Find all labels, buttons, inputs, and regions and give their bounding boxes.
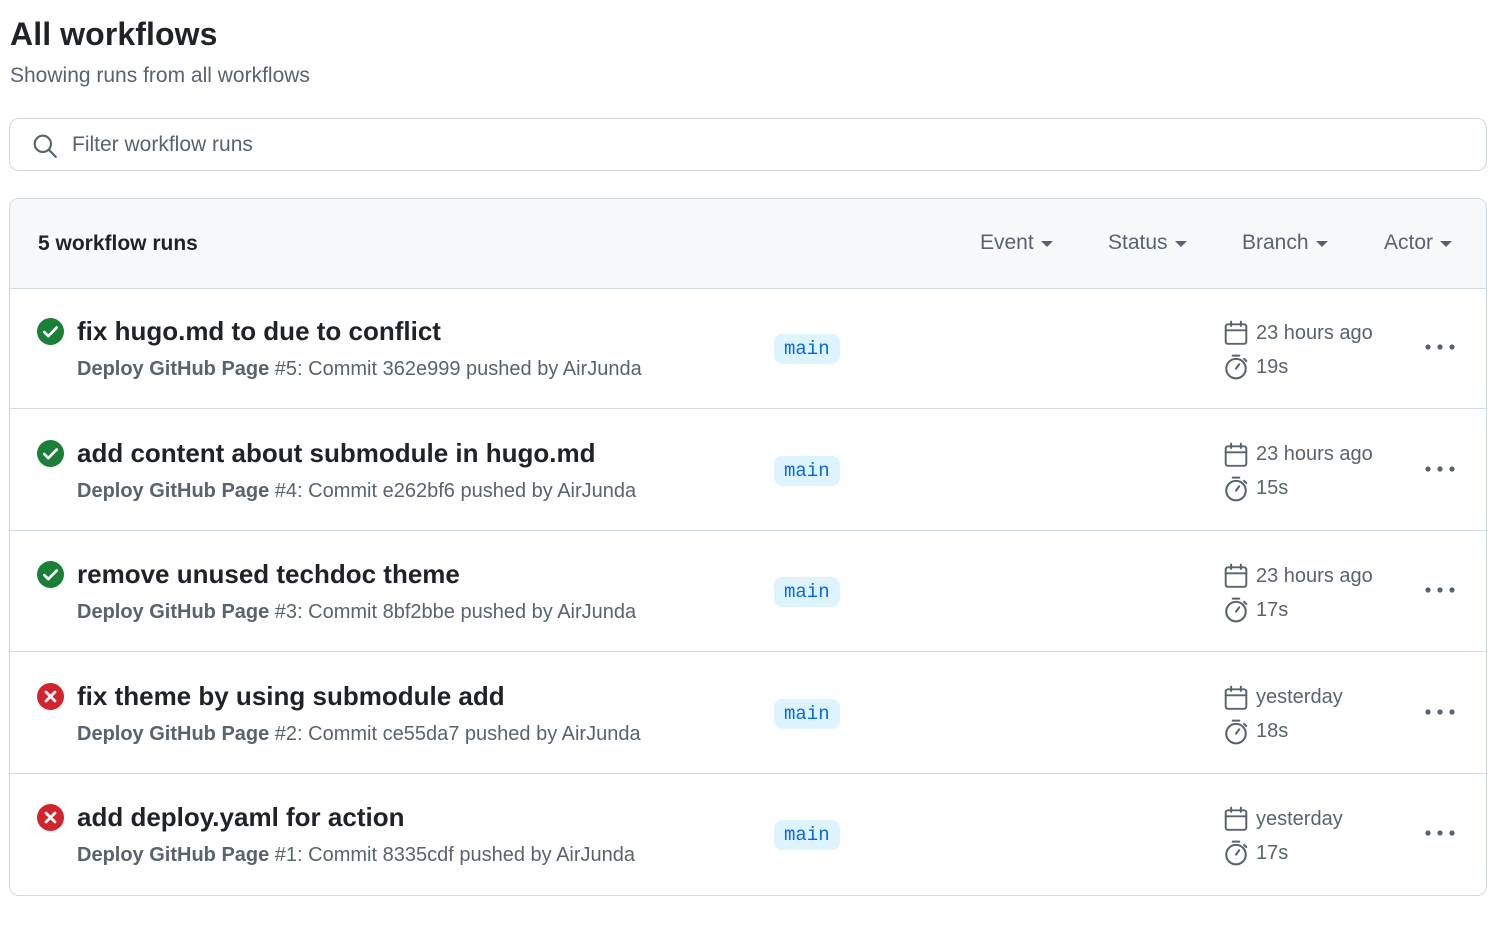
run-duration: 17s: [1223, 840, 1288, 866]
run-title-link[interactable]: add content about submodule in hugo.md: [77, 438, 596, 469]
branch-label[interactable]: main: [774, 820, 840, 850]
run-title-link[interactable]: fix hugo.md to due to conflict: [77, 316, 441, 347]
run-meta: Deploy GitHub Page #3: Commit 8bf2bbe pu…: [77, 601, 636, 624]
branch-label[interactable]: main: [774, 698, 840, 729]
run-time-ago: 23 hours ago: [1256, 443, 1373, 465]
actor-filter-dropdown[interactable]: Actor: [1384, 231, 1453, 255]
run-duration-value: 17s: [1256, 841, 1289, 864]
run-title-link[interactable]: remove unused techdoc theme: [77, 559, 460, 590]
run-duration: 15s: [1223, 476, 1288, 502]
chevron-down-icon: [1440, 241, 1453, 247]
run-detail: #3: Commit 8bf2bbe pushed by AirJunda: [269, 601, 637, 623]
run-meta: Deploy GitHub Page #5: Commit 362e999 pu…: [77, 358, 642, 381]
stopwatch-icon: [1223, 354, 1256, 380]
run-time-ago: 23 hours ago: [1256, 321, 1373, 344]
branch-filter-dropdown[interactable]: Branch: [1242, 231, 1328, 255]
calendar-icon: [1223, 806, 1256, 832]
stopwatch-icon: [1223, 719, 1256, 745]
run-duration-value: 18s: [1256, 720, 1289, 742]
run-detail: #1: Commit 8335cdf pushed by AirJunda: [269, 844, 636, 866]
kebab-horizontal-icon[interactable]: [1422, 332, 1458, 362]
workflow-run-row[interactable]: add deploy.yaml for action Deploy GitHub …: [10, 774, 1486, 895]
stopwatch-icon: [1223, 840, 1256, 866]
stopwatch-icon: [1223, 597, 1256, 623]
kebab-horizontal-icon[interactable]: [1422, 575, 1458, 605]
calendar-icon: [1223, 563, 1256, 589]
workflow-run-row[interactable]: remove unused techdoc theme Deploy GitHub…: [10, 531, 1486, 652]
workflow-name: Deploy GitHub Page: [77, 844, 270, 866]
chevron-down-icon: [1040, 241, 1053, 247]
run-started: 23 hours ago: [1223, 320, 1373, 346]
kebab-horizontal-icon[interactable]: [1422, 818, 1458, 848]
run-detail: #4: Commit e262bf6 pushed by AirJunda: [269, 479, 637, 502]
event-filter-label: Event: [980, 231, 1034, 254]
status-filter-dropdown[interactable]: Status: [1108, 231, 1187, 255]
branch-label[interactable]: main: [774, 577, 840, 607]
workflow-run-row[interactable]: fix hugo.md to due to conflict Deploy Git…: [10, 288, 1486, 409]
run-started: 23 hours ago: [1223, 563, 1373, 589]
actor-filter-label: Actor: [1384, 231, 1434, 254]
kebab-horizontal-icon[interactable]: [1422, 697, 1458, 727]
run-time-ago: yesterday: [1256, 686, 1343, 708]
chevron-down-icon: [1315, 241, 1328, 247]
check-circle-icon: [37, 561, 64, 588]
status-filter-label: Status: [1108, 231, 1168, 254]
run-time-ago: 23 hours ago: [1256, 564, 1373, 587]
run-duration: 18s: [1223, 719, 1288, 745]
check-circle-icon: [37, 318, 64, 345]
branch-label[interactable]: main: [774, 334, 840, 364]
event-filter-dropdown[interactable]: Event: [980, 231, 1053, 255]
run-started: yesterday: [1223, 806, 1343, 832]
run-duration: 19s: [1223, 354, 1288, 380]
workflow-name: Deploy GitHub Page: [77, 722, 270, 745]
workflow-name: Deploy GitHub Page: [77, 479, 270, 502]
run-duration-value: 17s: [1256, 598, 1289, 621]
calendar-icon: [1223, 320, 1256, 346]
workflow-name: Deploy GitHub Page: [77, 358, 270, 380]
stopwatch-icon: [1223, 476, 1256, 502]
run-started: 23 hours ago: [1223, 442, 1373, 468]
calendar-icon: [1223, 442, 1256, 468]
filter-search-box[interactable]: [9, 118, 1487, 171]
run-duration-value: 19s: [1256, 355, 1289, 378]
chevron-down-icon: [1174, 241, 1187, 247]
run-meta: Deploy GitHub Page #4: Commit e262bf6 pu…: [77, 480, 636, 503]
kebab-horizontal-icon[interactable]: [1422, 454, 1458, 484]
branch-label[interactable]: main: [774, 455, 840, 486]
workflow-run-row[interactable]: fix theme by using submodule add Deploy G…: [10, 653, 1486, 774]
search-icon: [33, 134, 57, 158]
run-meta: Deploy GitHub Page #1: Commit 8335cdf pu…: [77, 844, 635, 867]
list-header: 5 workflow runs Event Status Branch Acto…: [10, 199, 1486, 289]
run-started: yesterday: [1223, 685, 1343, 711]
run-title-link[interactable]: fix theme by using submodule add: [77, 681, 505, 712]
run-meta: Deploy GitHub Page #2: Commit ce55da7 pu…: [77, 723, 641, 746]
calendar-icon: [1223, 685, 1256, 711]
run-count: 5 workflow runs: [38, 232, 198, 255]
page-title: All workflows: [10, 16, 218, 52]
run-detail: #5: Commit 362e999 pushed by AirJunda: [269, 358, 642, 380]
check-circle-icon: [37, 439, 64, 467]
branch-filter-label: Branch: [1242, 231, 1309, 254]
run-duration-value: 15s: [1256, 477, 1289, 499]
workflow-run-row[interactable]: add content about submodule in hugo.md De…: [10, 410, 1486, 531]
filter-workflow-runs-input[interactable]: [72, 127, 1452, 163]
run-title-link[interactable]: add deploy.yaml for action: [77, 802, 404, 833]
workflow-runs-list: 5 workflow runs Event Status Branch Acto…: [9, 198, 1487, 896]
page-subtitle: Showing runs from all workflows: [10, 64, 310, 87]
x-circle-icon: [37, 804, 64, 831]
run-time-ago: yesterday: [1256, 807, 1343, 830]
x-circle-icon: [37, 682, 64, 710]
run-duration: 17s: [1223, 597, 1288, 623]
run-detail: #2: Commit ce55da7 pushed by AirJunda: [269, 722, 641, 745]
workflow-name: Deploy GitHub Page: [77, 601, 270, 623]
